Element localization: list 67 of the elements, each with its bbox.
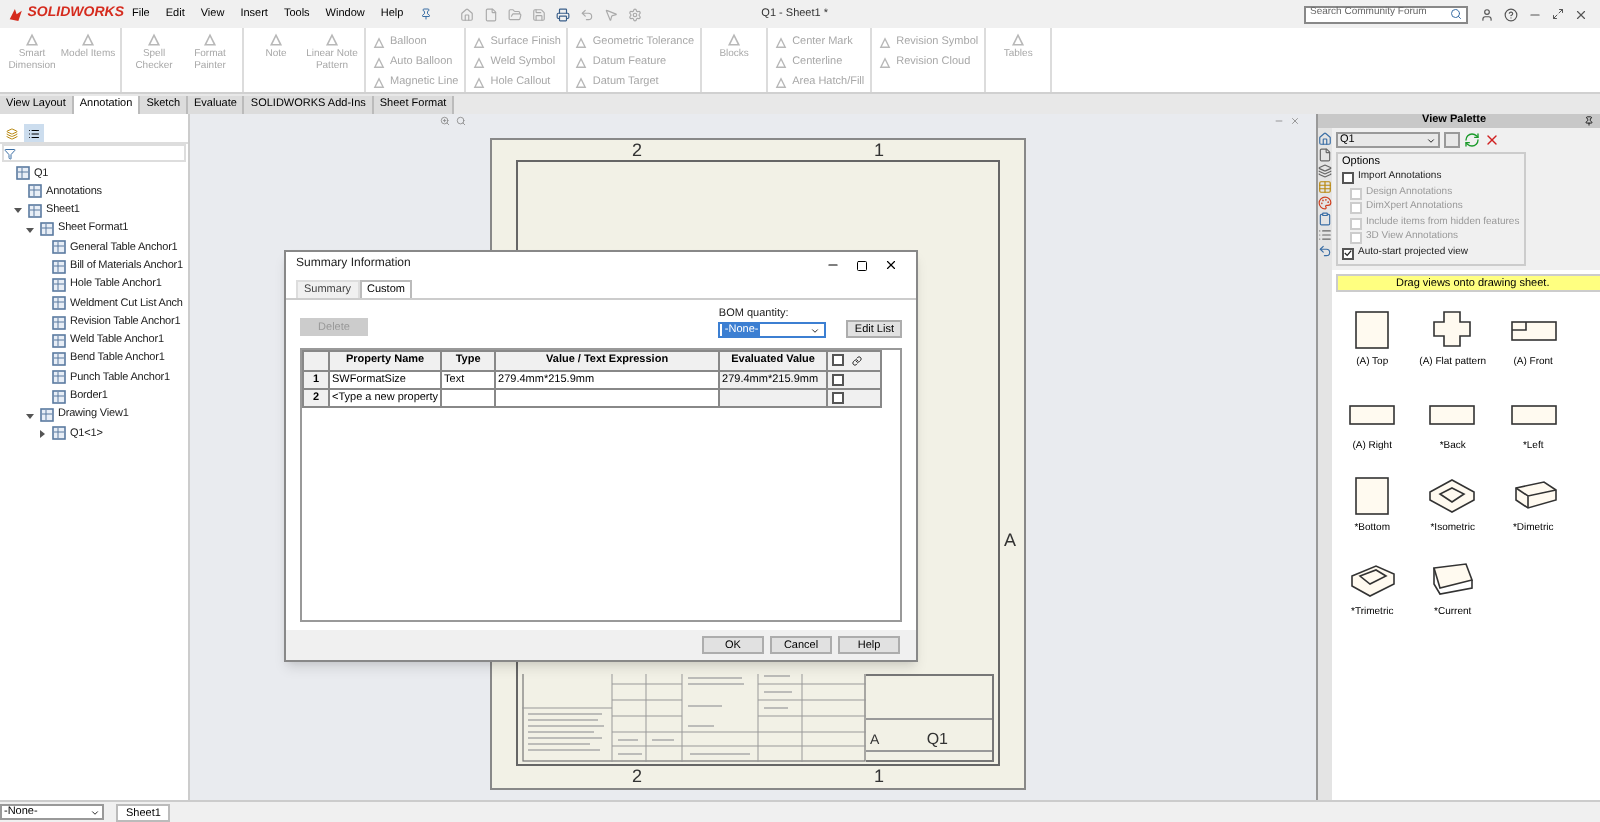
checkbox[interactable] bbox=[832, 354, 845, 367]
filter-icon[interactable] bbox=[4, 147, 16, 159]
expanded-arrow-icon[interactable] bbox=[26, 225, 34, 234]
pin-icon[interactable] bbox=[1584, 116, 1594, 126]
zone-label: 1 bbox=[871, 766, 886, 786]
file-icon[interactable] bbox=[1318, 148, 1332, 162]
browse-button[interactable] bbox=[1444, 132, 1460, 148]
command-icon bbox=[80, 32, 96, 48]
minimize-icon[interactable] bbox=[826, 258, 840, 272]
command-icon bbox=[202, 32, 218, 48]
pin-icon[interactable] bbox=[419, 8, 432, 20]
tree-node-icon bbox=[52, 240, 66, 255]
clipboard-icon[interactable] bbox=[1318, 212, 1332, 226]
tree-node-icon bbox=[52, 352, 66, 367]
expanded-arrow-icon[interactable] bbox=[14, 206, 22, 215]
zone-label: 1 bbox=[871, 140, 886, 160]
home-icon[interactable] bbox=[1318, 132, 1332, 146]
search-icon[interactable] bbox=[456, 116, 466, 126]
tree-node-icon bbox=[52, 277, 66, 292]
tree-node-icon bbox=[52, 389, 66, 404]
list-icon[interactable] bbox=[1318, 228, 1332, 242]
tree-node-icon bbox=[52, 259, 66, 274]
tree-node-icon bbox=[52, 296, 66, 311]
expanded-arrow-icon[interactable] bbox=[26, 411, 34, 419]
tree-node-icon bbox=[52, 370, 66, 385]
logo-icon bbox=[8, 5, 24, 23]
tree-node-icon bbox=[40, 408, 54, 422]
close-icon[interactable] bbox=[884, 258, 898, 272]
link-icon bbox=[852, 355, 863, 366]
drawing-number: Q1 bbox=[926, 730, 950, 750]
checkbox[interactable] bbox=[1342, 172, 1354, 184]
command-icon bbox=[146, 32, 162, 48]
tree-node-icon bbox=[52, 426, 66, 441]
tree-node-icon bbox=[16, 166, 30, 181]
command-icon bbox=[324, 32, 340, 48]
list-icon bbox=[28, 127, 40, 139]
tree-node-icon bbox=[28, 184, 42, 199]
close-icon[interactable] bbox=[1574, 7, 1588, 21]
search-icon[interactable] bbox=[1450, 8, 1462, 20]
layers-icon[interactable] bbox=[1318, 164, 1332, 178]
zone-label: A bbox=[1001, 527, 1018, 553]
command-icon bbox=[268, 32, 284, 48]
palette-icon[interactable] bbox=[1318, 196, 1332, 210]
help-icon[interactable] bbox=[1504, 7, 1518, 21]
view-thumbnail-icon bbox=[1426, 474, 1479, 519]
checkbox[interactable] bbox=[832, 391, 845, 404]
maximize-icon[interactable] bbox=[856, 259, 868, 271]
tree-node-icon bbox=[40, 222, 54, 237]
tree-icon bbox=[6, 127, 18, 139]
tree-node-icon bbox=[28, 203, 42, 218]
command-icon bbox=[24, 32, 40, 48]
tree-node-icon bbox=[52, 333, 66, 348]
command-icon bbox=[726, 32, 743, 48]
command-icon bbox=[1010, 32, 1027, 48]
zoom-icon[interactable] bbox=[440, 116, 450, 126]
collapsed-arrow-icon[interactable] bbox=[38, 429, 46, 438]
user-icon[interactable] bbox=[1480, 7, 1494, 21]
refresh-icon[interactable] bbox=[1464, 132, 1480, 148]
zone-label: 2 bbox=[629, 140, 644, 160]
undo-icon[interactable] bbox=[1318, 244, 1332, 258]
zone-label: 2 bbox=[629, 766, 644, 786]
table-icon[interactable] bbox=[1318, 180, 1332, 194]
property-tab[interactable] bbox=[24, 124, 44, 142]
printer-icon[interactable] bbox=[555, 7, 570, 21]
tree-node-icon bbox=[52, 315, 66, 330]
checkbox[interactable] bbox=[832, 373, 845, 386]
checkbox[interactable] bbox=[1342, 247, 1354, 259]
